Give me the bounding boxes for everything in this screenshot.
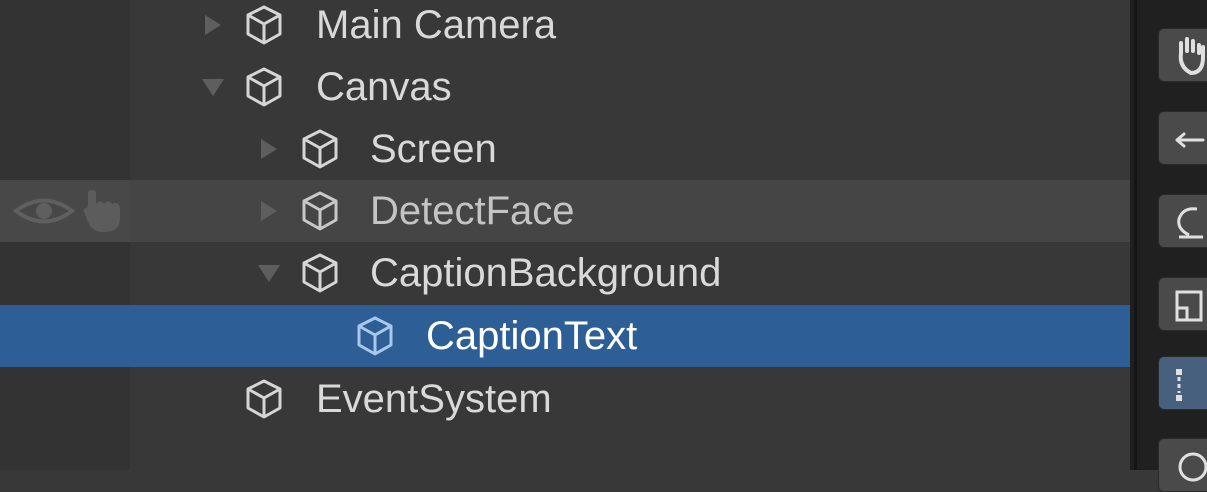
hierarchy-item-label: Canvas <box>316 65 452 109</box>
eye-icon[interactable] <box>12 196 76 226</box>
hand-pointer-icon[interactable] <box>82 188 126 234</box>
hierarchy-panel: Main Camera Canvas Screen DetectFace Cap… <box>0 0 1130 470</box>
collapse-arrow-icon[interactable] <box>196 56 230 118</box>
hierarchy-item-screen[interactable]: Screen <box>0 118 1130 180</box>
hierarchy-item-label: CaptionText <box>426 314 638 358</box>
hierarchy-item-label: DetectFace <box>370 189 575 233</box>
expand-arrow-icon[interactable] <box>252 118 286 180</box>
hand-tool-icon <box>1178 37 1205 76</box>
rotate-tool-icon <box>1177 207 1203 239</box>
collapse-arrow-icon[interactable] <box>252 242 286 304</box>
scene-tools-toolbar <box>1142 0 1207 492</box>
rotate-tool-button[interactable] <box>1158 194 1207 248</box>
gameobject-cube-icon <box>302 191 338 231</box>
gameobject-cube-icon <box>357 316 393 356</box>
move-tool-button[interactable] <box>1158 111 1207 165</box>
move-tool-icon <box>1175 132 1205 148</box>
hierarchy-item-detectface[interactable]: DetectFace <box>0 180 1130 242</box>
rect-tool-icon <box>1176 369 1182 401</box>
gameobject-cube-icon <box>302 253 338 293</box>
gameobject-cube-icon <box>246 67 282 107</box>
hierarchy-item-label: EventSystem <box>316 377 552 421</box>
scene-visibility-controls <box>8 180 128 242</box>
transform-tool-icon <box>1178 452 1207 482</box>
scale-tool-icon <box>1175 290 1203 322</box>
hand-tool-button[interactable] <box>1158 28 1207 82</box>
hierarchy-item-eventsystem[interactable]: EventSystem <box>0 368 1130 430</box>
transform-tool-button[interactable] <box>1158 438 1207 492</box>
expand-arrow-icon[interactable] <box>196 0 230 56</box>
gameobject-cube-icon <box>246 379 282 419</box>
panel-splitter[interactable] <box>1130 0 1142 470</box>
scale-tool-button[interactable] <box>1158 277 1207 331</box>
expand-arrow-icon[interactable] <box>252 180 286 242</box>
gameobject-cube-icon <box>246 5 282 45</box>
hierarchy-item-captionbackground[interactable]: CaptionBackground <box>0 242 1130 304</box>
hierarchy-item-label: CaptionBackground <box>370 251 722 295</box>
hierarchy-item-label: Screen <box>370 127 497 171</box>
hierarchy-item-captiontext[interactable]: CaptionText <box>0 305 1130 367</box>
hierarchy-item-main-camera[interactable]: Main Camera <box>0 0 1130 56</box>
rect-tool-button[interactable] <box>1158 356 1207 410</box>
hierarchy-item-canvas[interactable]: Canvas <box>0 56 1130 118</box>
gameobject-cube-icon <box>302 129 338 169</box>
hierarchy-item-label: Main Camera <box>316 3 557 47</box>
